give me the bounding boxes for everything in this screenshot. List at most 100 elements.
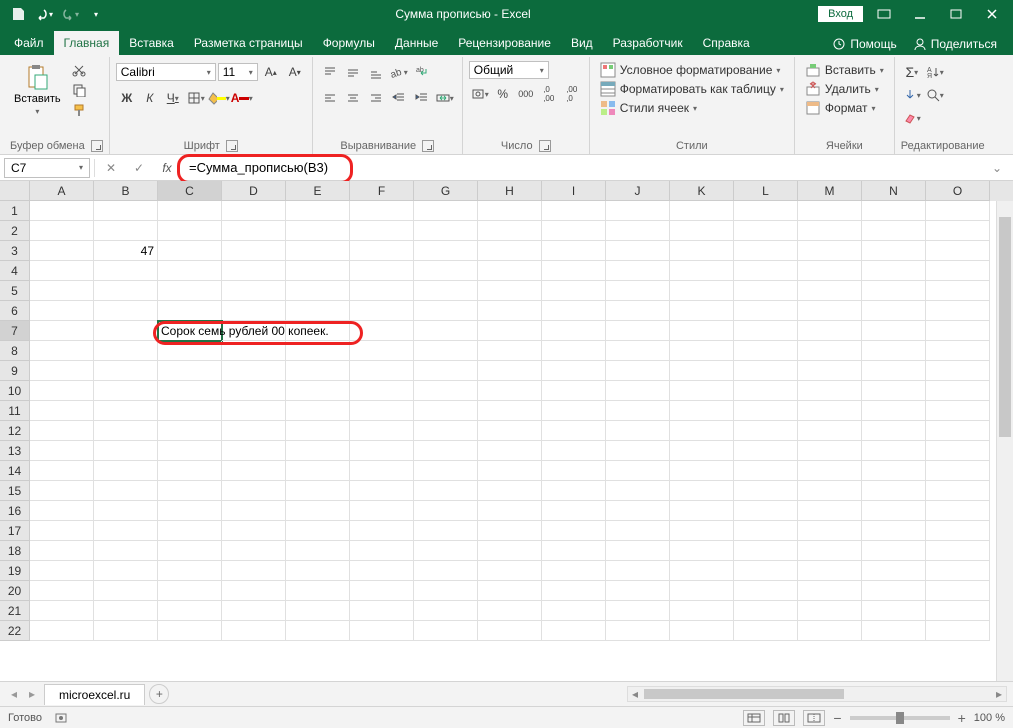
cell[interactable] [734, 501, 798, 521]
column-header[interactable]: M [798, 181, 862, 201]
tab-insert[interactable]: Вставка [119, 31, 184, 55]
cell[interactable] [606, 301, 670, 321]
cell[interactable] [286, 541, 350, 561]
cell[interactable] [926, 421, 990, 441]
cell[interactable] [30, 221, 94, 241]
cell[interactable] [414, 581, 478, 601]
login-button[interactable]: Вход [818, 6, 863, 22]
cell[interactable] [926, 221, 990, 241]
cell[interactable] [606, 401, 670, 421]
cell[interactable] [222, 501, 286, 521]
cell[interactable] [286, 441, 350, 461]
cell[interactable] [542, 341, 606, 361]
tab-help[interactable]: Справка [693, 31, 760, 55]
cell[interactable] [670, 581, 734, 601]
column-header[interactable]: N [862, 181, 926, 201]
cell[interactable] [94, 301, 158, 321]
cell[interactable] [926, 321, 990, 341]
cell[interactable] [606, 221, 670, 241]
cell[interactable] [158, 421, 222, 441]
cell[interactable] [798, 321, 862, 341]
cell[interactable] [414, 321, 478, 341]
underline-button[interactable]: Ч▾ [162, 87, 184, 109]
cell[interactable] [542, 241, 606, 261]
cell[interactable] [670, 541, 734, 561]
fill-icon[interactable]: ▾ [901, 84, 923, 106]
row-header[interactable]: 19 [0, 561, 30, 581]
cell[interactable] [158, 601, 222, 621]
column-header[interactable]: I [542, 181, 606, 201]
cell[interactable] [158, 441, 222, 461]
cell[interactable] [286, 401, 350, 421]
cell[interactable] [542, 621, 606, 641]
cell[interactable] [862, 521, 926, 541]
cell[interactable] [414, 361, 478, 381]
select-all-corner[interactable] [0, 181, 30, 201]
expand-formula-bar-icon[interactable]: ⌄ [985, 158, 1009, 178]
cell[interactable] [798, 601, 862, 621]
formula-input[interactable]: =Сумма_прописью(B3) [183, 158, 981, 177]
column-header[interactable]: F [350, 181, 414, 201]
comma-icon[interactable]: 000 [515, 83, 537, 105]
cell[interactable] [862, 341, 926, 361]
cell[interactable] [862, 321, 926, 341]
cell[interactable] [478, 621, 542, 641]
cell[interactable] [414, 461, 478, 481]
cell[interactable] [414, 561, 478, 581]
cell[interactable] [158, 521, 222, 541]
cell[interactable] [606, 521, 670, 541]
cell[interactable] [350, 441, 414, 461]
tab-file[interactable]: Файл [4, 31, 54, 55]
cell[interactable] [222, 461, 286, 481]
cell[interactable] [606, 421, 670, 441]
row-header[interactable]: 2 [0, 221, 30, 241]
cell[interactable] [94, 521, 158, 541]
cell[interactable] [670, 381, 734, 401]
cell[interactable] [94, 401, 158, 421]
row-header[interactable]: 6 [0, 301, 30, 321]
cell[interactable] [158, 221, 222, 241]
cell[interactable] [478, 441, 542, 461]
zoom-slider[interactable] [850, 716, 950, 720]
cell[interactable] [94, 621, 158, 641]
cell[interactable] [30, 621, 94, 641]
cell[interactable] [478, 201, 542, 221]
delete-cells-button[interactable]: Удалить▾ [801, 80, 888, 98]
cell[interactable] [478, 461, 542, 481]
cell[interactable] [862, 241, 926, 261]
cell[interactable] [670, 221, 734, 241]
cell[interactable] [542, 381, 606, 401]
cell[interactable] [350, 321, 414, 341]
cell[interactable] [862, 381, 926, 401]
cell[interactable] [478, 561, 542, 581]
cell[interactable] [414, 521, 478, 541]
tab-data[interactable]: Данные [385, 31, 448, 55]
cell[interactable] [222, 221, 286, 241]
cell[interactable] [542, 481, 606, 501]
cell[interactable] [30, 301, 94, 321]
column-header[interactable]: L [734, 181, 798, 201]
cell[interactable] [222, 341, 286, 361]
cell[interactable] [350, 481, 414, 501]
insert-function-icon[interactable]: fx [155, 158, 179, 178]
cell[interactable] [606, 281, 670, 301]
cell-styles-button[interactable]: Стили ячеек▾ [596, 99, 788, 117]
cell[interactable] [286, 261, 350, 281]
cell[interactable] [94, 481, 158, 501]
cell[interactable] [94, 421, 158, 441]
cell[interactable] [926, 621, 990, 641]
tab-developer[interactable]: Разработчик [603, 31, 693, 55]
cell[interactable] [542, 301, 606, 321]
cell[interactable] [926, 341, 990, 361]
cell[interactable] [94, 541, 158, 561]
cell[interactable] [606, 621, 670, 641]
cell[interactable] [478, 301, 542, 321]
column-header[interactable]: A [30, 181, 94, 201]
cell[interactable] [94, 561, 158, 581]
name-box[interactable]: C7▾ [4, 158, 90, 178]
cell[interactable] [606, 201, 670, 221]
cell[interactable] [30, 461, 94, 481]
tab-review[interactable]: Рецензирование [448, 31, 561, 55]
cell[interactable] [862, 301, 926, 321]
cell[interactable] [478, 221, 542, 241]
